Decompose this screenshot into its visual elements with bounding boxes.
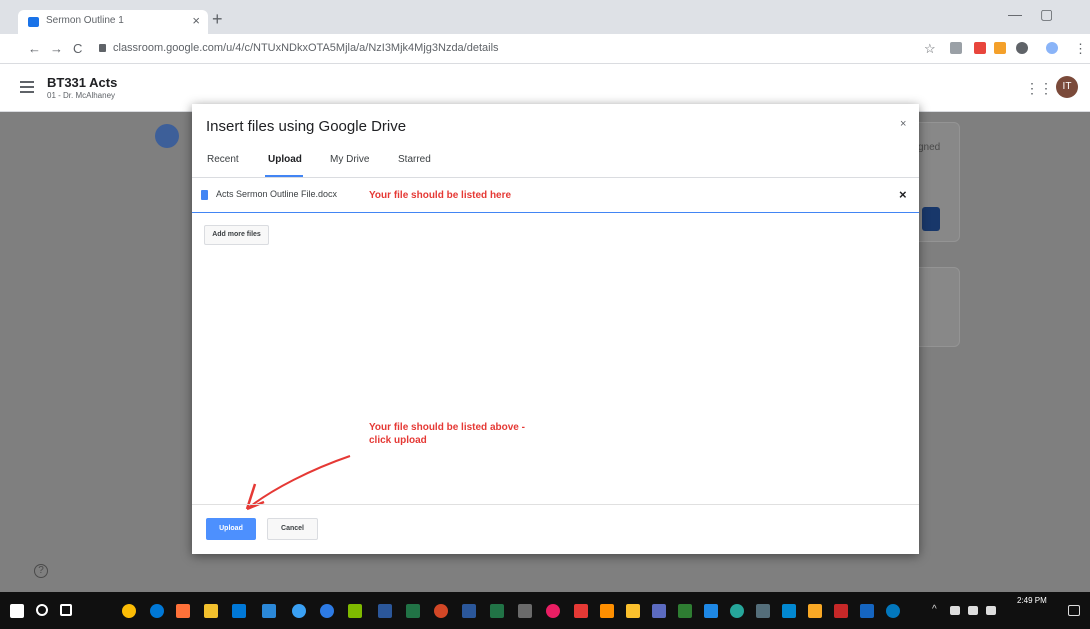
extension-icon[interactable]	[974, 42, 986, 54]
tab-title: Sermon Outline 1	[46, 15, 124, 26]
app-icon[interactable]	[490, 604, 504, 618]
edge-icon[interactable]	[150, 604, 164, 618]
app-icon[interactable]	[348, 604, 362, 618]
task-view-icon[interactable]	[60, 604, 72, 616]
calculator-icon[interactable]	[756, 604, 770, 618]
back-icon[interactable]: ←	[28, 41, 41, 56]
active-tab-indicator	[265, 175, 303, 177]
course-title[interactable]: BT331 Acts	[47, 75, 117, 90]
extension-icon[interactable]	[994, 42, 1006, 54]
clock[interactable]: 2:49 PM	[1017, 596, 1047, 605]
screen: Sermon Outline 1 × + — ▢ ← → C classroom…	[0, 0, 1090, 629]
browser-tabstrip: Sermon Outline 1 × + — ▢	[0, 0, 1090, 34]
tab-close-icon[interactable]: ×	[192, 13, 200, 28]
remove-file-icon[interactable]: ×	[899, 187, 907, 202]
windows-start-icon[interactable]	[10, 604, 24, 618]
assignment-icon	[155, 124, 179, 148]
tab-recent[interactable]: Recent	[207, 154, 239, 165]
course-subtitle: 01 - Dr. McAlhaney	[47, 91, 116, 100]
minimize-icon[interactable]: —	[1008, 6, 1022, 22]
browser-menu-icon[interactable]: ⋮	[1074, 41, 1087, 57]
chrome-icon[interactable]	[122, 604, 136, 618]
url-text: classroom.google.com/u/4/c/NTUxNDkxOTA5M…	[113, 42, 499, 54]
document-icon	[201, 190, 208, 200]
profile-icon[interactable]	[1046, 42, 1058, 54]
tab-my-drive[interactable]: My Drive	[330, 154, 369, 165]
file-row: Acts Sermon Outline File.docx ×	[192, 179, 919, 213]
dialog-tabs: Recent Upload My Drive Starred	[192, 146, 919, 178]
app-icon[interactable]	[704, 604, 718, 618]
store-icon[interactable]	[232, 604, 246, 618]
annotation-bottom: Your file should be listed above - click…	[369, 422, 525, 446]
volume-icon[interactable]	[986, 606, 996, 615]
battery-icon[interactable]	[950, 606, 960, 615]
app-icon[interactable]	[730, 604, 744, 618]
tab-starred[interactable]: Starred	[398, 154, 431, 165]
annotation-top: Your file should be listed here	[369, 190, 512, 201]
add-more-files-button[interactable]: Add more files	[204, 225, 269, 245]
dialog-footer-divider	[192, 504, 919, 505]
avatar[interactable]: IT	[1056, 76, 1078, 98]
word-icon[interactable]	[378, 604, 392, 618]
url-bar[interactable]: classroom.google.com/u/4/c/NTUxNDkxOTA5M…	[95, 39, 905, 59]
dialog-close-icon[interactable]: ×	[900, 118, 906, 130]
extension-icon[interactable]	[950, 42, 962, 54]
app-icon[interactable]	[834, 604, 848, 618]
windows-taskbar: ^ 2:49 PM	[0, 592, 1090, 629]
forward-icon[interactable]: →	[50, 41, 63, 56]
app-icon[interactable]	[320, 604, 334, 618]
file-explorer-icon[interactable]	[204, 604, 218, 618]
hamburger-menu-icon[interactable]	[20, 81, 34, 93]
maximize-icon[interactable]: ▢	[1040, 6, 1053, 23]
notifications-icon[interactable]	[1068, 605, 1080, 616]
app-icon[interactable]	[462, 604, 476, 618]
classroom-favicon-icon	[28, 17, 39, 27]
browser-tab[interactable]: Sermon Outline 1 ×	[18, 10, 208, 34]
cancel-button[interactable]: Cancel	[267, 518, 318, 540]
lock-icon	[99, 44, 106, 52]
add-work-button	[922, 207, 940, 231]
dialog-title: Insert files using Google Drive	[206, 118, 407, 135]
star-icon[interactable]: ☆	[924, 41, 936, 57]
teams-icon[interactable]	[292, 604, 306, 618]
search-icon[interactable]	[36, 604, 48, 616]
vlc-icon[interactable]	[600, 604, 614, 618]
powerpoint-icon[interactable]	[434, 604, 448, 618]
app-icon[interactable]	[652, 604, 666, 618]
app-icon[interactable]	[782, 604, 796, 618]
extension-icon[interactable]	[1016, 42, 1028, 54]
app-icon[interactable]	[886, 604, 900, 618]
app-icon[interactable]	[860, 604, 874, 618]
app-icon[interactable]	[518, 604, 532, 618]
comments-card	[912, 267, 960, 347]
app-icon[interactable]	[808, 604, 822, 618]
help-icon[interactable]: ?	[34, 564, 48, 578]
mail-icon[interactable]	[262, 604, 276, 618]
upload-button[interactable]: Upload	[206, 518, 256, 540]
browser-toolbar: ← → C classroom.google.com/u/4/c/NTUxNDk…	[0, 34, 1090, 64]
new-tab-button[interactable]: +	[212, 9, 223, 30]
drive-picker-dialog: Insert files using Google Drive × Recent…	[192, 104, 919, 554]
tab-upload[interactable]: Upload	[268, 154, 302, 165]
wifi-icon[interactable]	[968, 606, 978, 615]
excel-icon[interactable]	[406, 604, 420, 618]
file-name: Acts Sermon Outline File.docx	[216, 189, 338, 199]
app-icon[interactable]	[546, 604, 560, 618]
status-text: gned	[918, 142, 941, 153]
acrobat-icon[interactable]	[574, 604, 588, 618]
app-icon[interactable]	[678, 604, 692, 618]
reload-icon[interactable]: C	[73, 41, 82, 56]
app-icon[interactable]	[626, 604, 640, 618]
firefox-icon[interactable]	[176, 604, 190, 618]
tray-chevron-icon[interactable]: ^	[932, 604, 937, 615]
